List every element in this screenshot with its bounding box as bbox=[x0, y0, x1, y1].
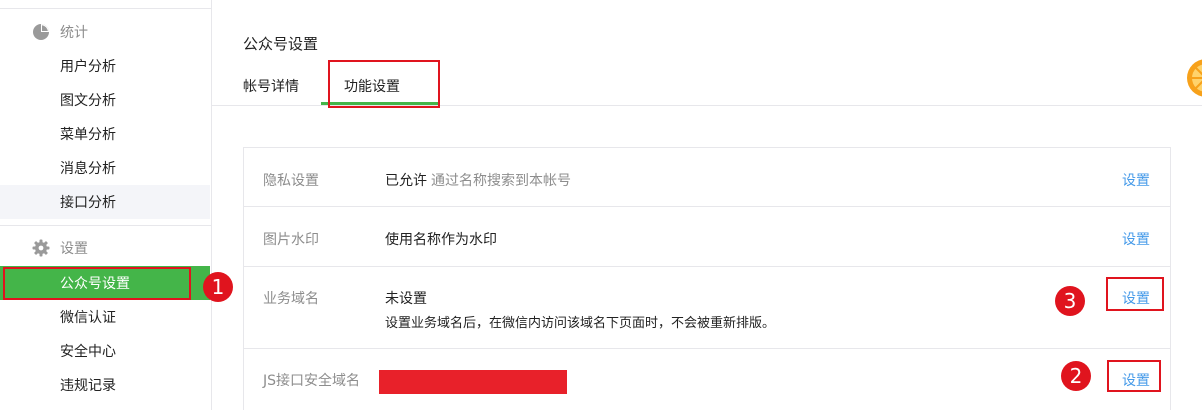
row-value-privacy: 已允许 通过名称搜索到本帐号 bbox=[385, 170, 571, 190]
redacted-value bbox=[379, 370, 567, 394]
active-tab-indicator bbox=[321, 102, 438, 105]
sidebar-item-label: 菜单分析 bbox=[60, 127, 116, 143]
sidebar-item-security-center[interactable]: 安全中心 bbox=[0, 334, 210, 368]
sidebar-item-account-settings[interactable]: 公众号设置 bbox=[0, 266, 210, 300]
business-domain-description: 设置业务域名后，在微信内访问该域名下页面时，不会被重新排版。 bbox=[385, 316, 776, 331]
tab-feature-settings[interactable]: 功能设置 bbox=[344, 76, 400, 96]
row-label-watermark: 图片水印 bbox=[263, 232, 319, 248]
pie-chart-icon bbox=[32, 23, 50, 41]
privacy-status: 已允许 bbox=[385, 173, 427, 189]
annotation-badge-3: 3 bbox=[1055, 286, 1085, 316]
js-domain-settings-link[interactable]: 设置 bbox=[1122, 370, 1150, 390]
sidebar-item-label: 消息分析 bbox=[60, 161, 116, 177]
sidebar-item-label: 安全中心 bbox=[60, 344, 116, 360]
sidebar-item-violation-records[interactable]: 违规记录 bbox=[0, 368, 210, 402]
sidebar-group-settings: 设置 bbox=[32, 238, 88, 258]
row-value-business-domain: 未设置 bbox=[385, 291, 427, 307]
sidebar-item-message-analysis[interactable]: 消息分析 bbox=[0, 151, 210, 185]
tabs-divider bbox=[212, 105, 1202, 106]
sidebar-item-api-analysis[interactable]: 接口分析 bbox=[0, 185, 210, 219]
sidebar-group-settings-title: 设置 bbox=[60, 241, 88, 257]
sidebar-item-menu-analysis[interactable]: 菜单分析 bbox=[0, 117, 210, 151]
sidebar-top-divider bbox=[0, 8, 211, 9]
privacy-hint: 通过名称搜索到本帐号 bbox=[431, 173, 571, 189]
sidebar-item-article-analysis[interactable]: 图文分析 bbox=[0, 83, 210, 117]
sidebar-item-label: 接口分析 bbox=[60, 195, 116, 211]
gear-icon bbox=[32, 239, 50, 257]
row-divider bbox=[243, 266, 1171, 267]
sidebar-item-label: 用户分析 bbox=[60, 59, 116, 75]
sidebar-item-label: 微信认证 bbox=[60, 310, 116, 326]
sidebar-item-user-analysis[interactable]: 用户分析 bbox=[0, 49, 210, 83]
sidebar-item-label: 违规记录 bbox=[60, 378, 116, 394]
page-title: 公众号设置 bbox=[243, 35, 319, 53]
row-value-watermark: 使用名称作为水印 bbox=[385, 232, 497, 248]
row-label-js-domain: JS接口安全域名 bbox=[263, 373, 361, 389]
row-divider bbox=[243, 206, 1171, 207]
annotation-badge-1: 1 bbox=[203, 272, 233, 302]
row-label-privacy: 隐私设置 bbox=[263, 173, 319, 189]
sidebar-divider bbox=[0, 225, 211, 226]
sidebar-item-label: 图文分析 bbox=[60, 93, 116, 109]
sidebar-group-stats: 统计 bbox=[32, 22, 88, 42]
sidebar-item-wechat-verification[interactable]: 微信认证 bbox=[0, 300, 210, 334]
privacy-settings-link[interactable]: 设置 bbox=[1122, 170, 1150, 190]
sidebar-group-stats-title: 统计 bbox=[60, 25, 88, 41]
tab-account-details[interactable]: 帐号详情 bbox=[243, 76, 299, 96]
orange-badge-icon bbox=[1186, 58, 1202, 98]
row-label-business-domain: 业务域名 bbox=[263, 291, 319, 307]
business-domain-settings-link[interactable]: 设置 bbox=[1122, 288, 1150, 308]
annotation-badge-2: 2 bbox=[1061, 361, 1091, 391]
sidebar-item-label: 公众号设置 bbox=[60, 276, 130, 292]
watermark-settings-link[interactable]: 设置 bbox=[1122, 229, 1150, 249]
sidebar: 统计 用户分析 图文分析 菜单分析 消息分析 接口分析 设置 公众号设置 微信认… bbox=[0, 0, 212, 410]
row-divider bbox=[243, 348, 1171, 349]
